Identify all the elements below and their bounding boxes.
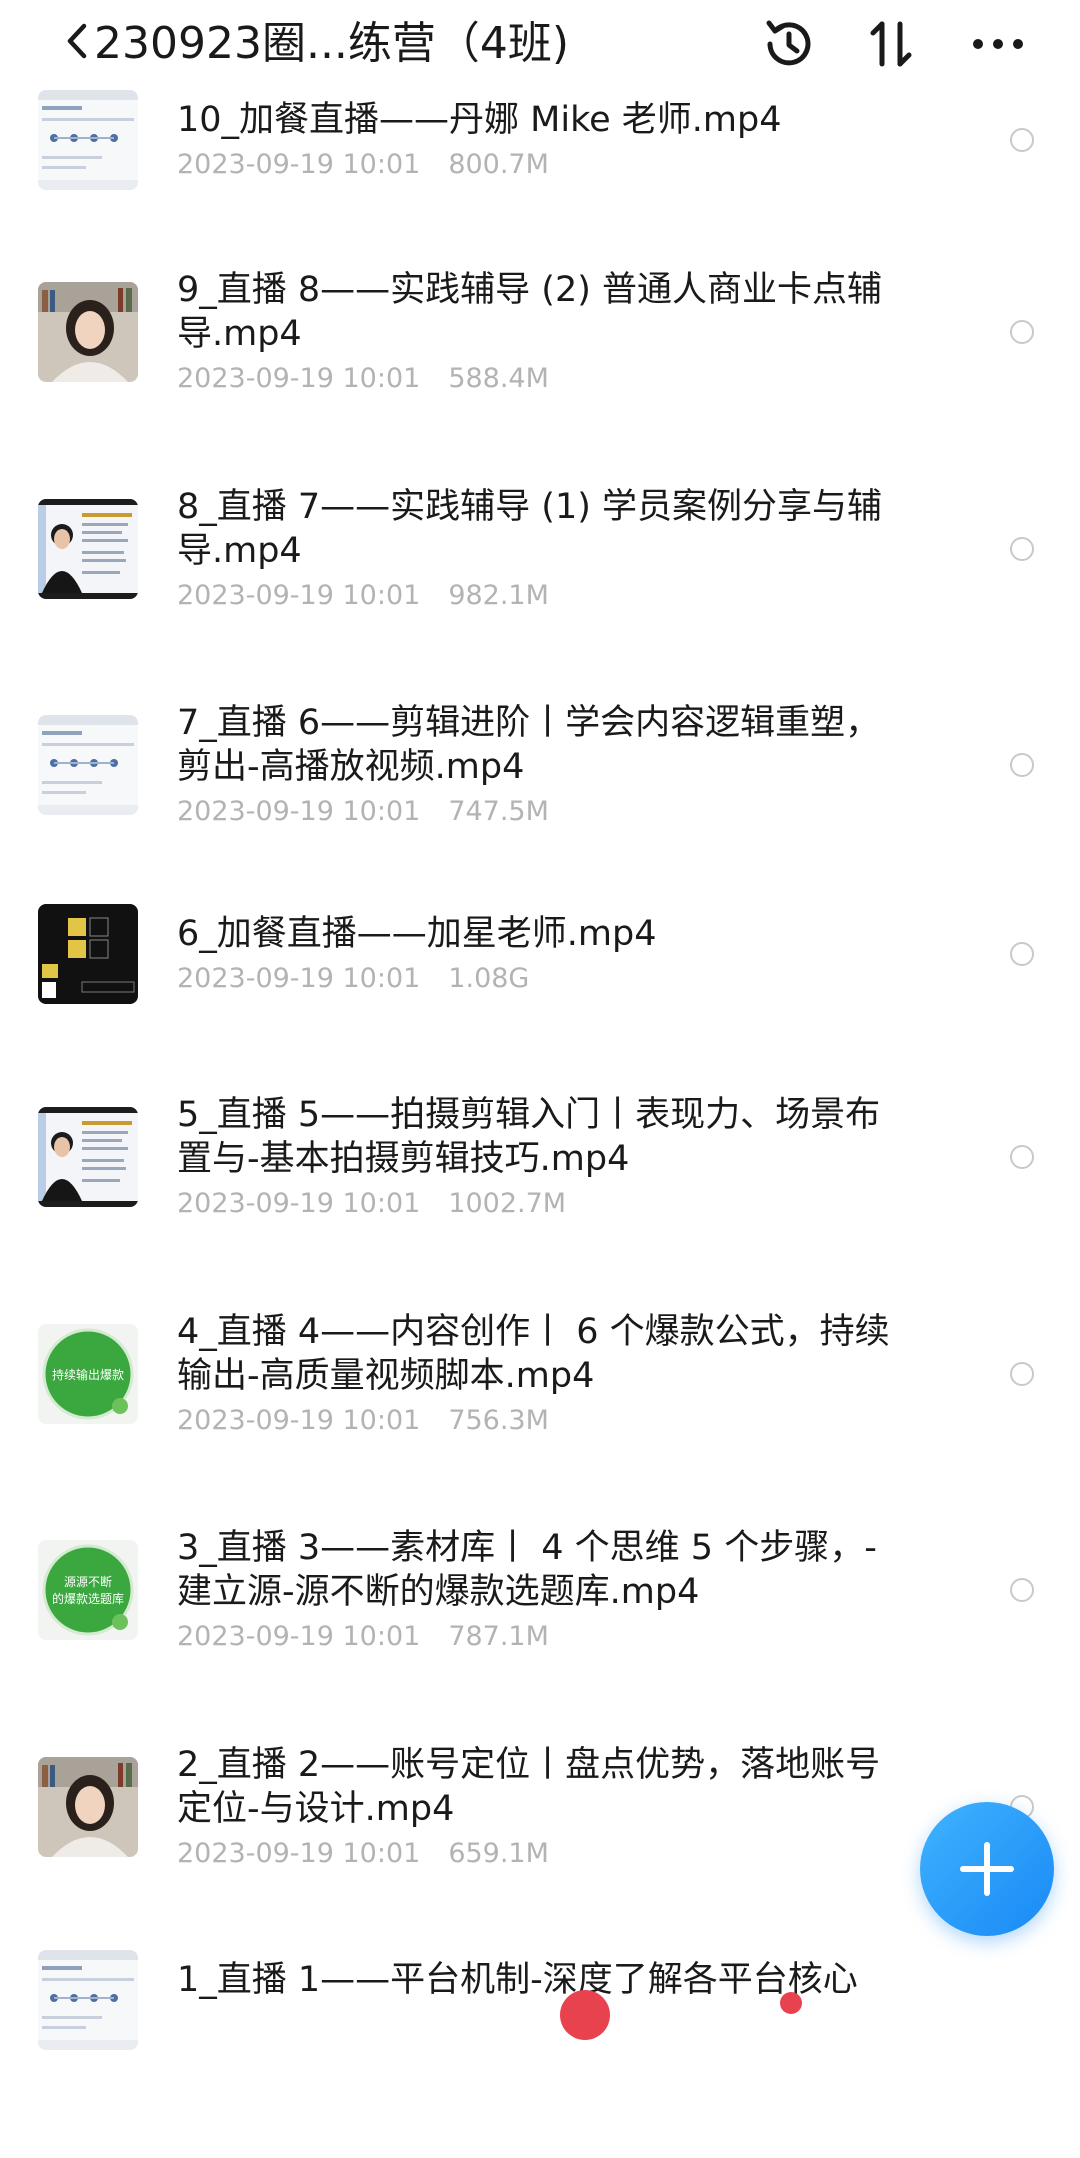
history-button[interactable] bbox=[758, 14, 818, 74]
file-size: 1002.7M bbox=[448, 1188, 567, 1219]
file-name: 4_直播 4——内容创作丨 6 个爆款公式，持续输出-高质量视频脚本.mp4 bbox=[177, 1312, 890, 1396]
file-row[interactable]: 8_直播 7——实践辅导 (1) 学员案例分享与辅导.mp4 2023-09-19… bbox=[0, 485, 1080, 685]
file-meta: 2023-09-19 10:01 747.5M bbox=[177, 795, 549, 829]
svg-text:持续输出爆款: 持续输出爆款 bbox=[52, 1367, 124, 1382]
file-thumbnail: 持续输出爆款 bbox=[38, 1324, 138, 1424]
file-date: 2023-09-19 10:01 bbox=[177, 963, 421, 994]
file-thumbnail: 源源不断的爆款选题库 bbox=[38, 1540, 138, 1640]
file-meta: 2023-09-19 10:01 787.1M bbox=[177, 1620, 549, 1654]
file-size: 800.7M bbox=[448, 149, 549, 180]
top-bar: 230923圈...练营（4班) bbox=[0, 0, 1080, 88]
select-radio[interactable] bbox=[1010, 753, 1034, 777]
file-date: 2023-09-19 10:01 bbox=[177, 363, 421, 394]
file-date: 2023-09-19 10:01 bbox=[177, 149, 421, 180]
file-size: 747.5M bbox=[448, 796, 549, 827]
file-size: 787.1M bbox=[448, 1621, 549, 1652]
more-button[interactable] bbox=[968, 14, 1028, 74]
file-meta: 2023-09-19 10:01 1002.7M bbox=[177, 1187, 566, 1221]
select-radio[interactable] bbox=[1010, 320, 1034, 344]
file-thumbnail bbox=[38, 715, 138, 815]
select-radio[interactable] bbox=[1010, 537, 1034, 561]
file-name: 8_直播 7——实践辅导 (1) 学员案例分享与辅导.mp4 bbox=[177, 487, 882, 571]
file-size: 756.3M bbox=[448, 1405, 549, 1436]
file-name: 7_直播 6——剪辑进阶丨学会内容逻辑重塑，剪出-高播放视频.mp4 bbox=[177, 703, 881, 787]
file-size: 659.1M bbox=[448, 1838, 549, 1869]
history-icon bbox=[766, 20, 811, 66]
file-row[interactable]: 1_直播 1——平台机制-深度了解各平台核心 bbox=[0, 1950, 1080, 2158]
file-meta: 2023-09-19 10:01 659.1M bbox=[177, 1837, 549, 1871]
file-row[interactable]: 持续输出爆款 4_直播 4——内容创作丨 6 个爆款公式，持续输出-高质量视频脚本… bbox=[0, 1310, 1080, 1510]
file-meta: 2023-09-19 10:01 800.7M bbox=[177, 148, 549, 182]
page-title: 230923圈...练营（4班) bbox=[94, 18, 570, 69]
more-icon bbox=[973, 39, 1023, 49]
notification-dot-small bbox=[780, 1992, 802, 2014]
file-thumbnail bbox=[38, 1107, 138, 1207]
file-row[interactable]: 2_直播 2——账号定位丨盘点优势，落地账号定位-与设计.mp4 2023-09-… bbox=[0, 1743, 1080, 1943]
plus-icon bbox=[960, 1842, 1014, 1896]
back-button[interactable] bbox=[62, 14, 98, 68]
select-radio[interactable] bbox=[1010, 1145, 1034, 1169]
file-size: 1.08G bbox=[448, 963, 530, 994]
file-thumbnail bbox=[38, 1757, 138, 1857]
select-radio[interactable] bbox=[1010, 128, 1034, 152]
file-name: 3_直播 3——素材库丨 4 个思维 5 个步骤，-建立源-源不断的爆款选题库.… bbox=[177, 1528, 877, 1612]
sort-icon bbox=[870, 21, 912, 67]
file-thumbnail bbox=[38, 282, 138, 382]
file-thumbnail bbox=[38, 1950, 138, 2050]
file-name: 6_加餐直播——加星老师.mp4 bbox=[177, 914, 657, 954]
file-meta: 2023-09-19 10:01 1.08G bbox=[177, 962, 529, 996]
file-row[interactable]: 5_直播 5——拍摄剪辑入门丨表现力、场景布置与-基本拍摄剪辑技巧.mp4 202… bbox=[0, 1093, 1080, 1293]
select-radio[interactable] bbox=[1010, 942, 1034, 966]
file-name: 2_直播 2——账号定位丨盘点优势，落地账号定位-与设计.mp4 bbox=[177, 1745, 881, 1829]
file-date: 2023-09-19 10:01 bbox=[177, 796, 421, 827]
file-date: 2023-09-19 10:01 bbox=[177, 1838, 421, 1869]
select-radio[interactable] bbox=[1010, 1362, 1034, 1386]
file-row[interactable]: 7_直播 6——剪辑进阶丨学会内容逻辑重塑，剪出-高播放视频.mp4 2023-0… bbox=[0, 701, 1080, 901]
file-date: 2023-09-19 10:01 bbox=[177, 1621, 421, 1652]
svg-text:源源不断: 源源不断 bbox=[64, 1574, 112, 1589]
file-name: 5_直播 5——拍摄剪辑入门丨表现力、场景布置与-基本拍摄剪辑技巧.mp4 bbox=[177, 1095, 881, 1179]
file-thumbnail bbox=[38, 904, 138, 1004]
file-row[interactable]: 6_加餐直播——加星老师.mp4 2023-09-19 10:01 1.08G bbox=[0, 904, 1080, 1112]
file-name: 10_加餐直播——丹娜 Mike 老师.mp4 bbox=[177, 100, 782, 140]
file-thumbnail bbox=[38, 90, 138, 190]
file-name: 9_直播 8——实践辅导 (2) 普通人商业卡点辅导.mp4 bbox=[177, 270, 882, 354]
file-meta: 2023-09-19 10:01 982.1M bbox=[177, 579, 549, 613]
file-meta: 2023-09-19 10:01 756.3M bbox=[177, 1404, 549, 1438]
sort-button[interactable] bbox=[862, 14, 922, 74]
file-size: 588.4M bbox=[448, 363, 549, 394]
file-row[interactable]: 源源不断的爆款选题库 3_直播 3——素材库丨 4 个思维 5 个步骤，-建立源-… bbox=[0, 1526, 1080, 1726]
file-size: 982.1M bbox=[448, 580, 549, 611]
select-radio[interactable] bbox=[1010, 1578, 1034, 1602]
back-icon bbox=[67, 23, 87, 59]
file-date: 2023-09-19 10:01 bbox=[177, 1188, 421, 1219]
file-thumbnail bbox=[38, 499, 138, 599]
notification-dot bbox=[560, 1990, 610, 2040]
add-button[interactable] bbox=[920, 1802, 1054, 1936]
file-date: 2023-09-19 10:01 bbox=[177, 1405, 421, 1436]
file-meta: 2023-09-19 10:01 588.4M bbox=[177, 362, 549, 396]
svg-text:的爆款选题库: 的爆款选题库 bbox=[52, 1591, 124, 1606]
file-row[interactable]: 9_直播 8——实践辅导 (2) 普通人商业卡点辅导.mp4 2023-09-19… bbox=[0, 268, 1080, 468]
file-date: 2023-09-19 10:01 bbox=[177, 580, 421, 611]
